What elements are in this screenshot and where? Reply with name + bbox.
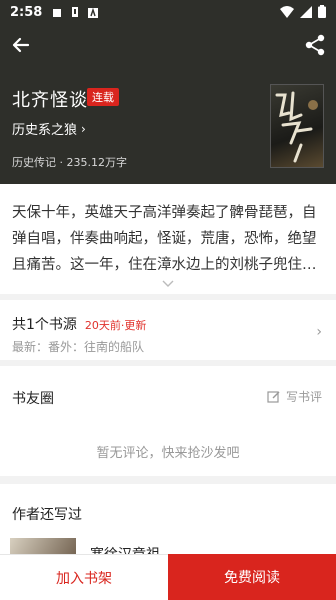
book-cover[interactable] — [270, 84, 324, 168]
source-row[interactable]: 共1个书源 20天前·更新 最新：番外：往南的船队 › — [0, 300, 336, 360]
latest-chapter: 最新：番外：往南的船队 — [12, 340, 145, 354]
source-updated: 20天前·更新 — [84, 319, 147, 332]
edit-icon — [267, 390, 280, 403]
back-arrow-icon[interactable] — [8, 32, 34, 58]
reader-circle-section: 书友圈 写书评 暂无评论，快来抢沙发吧 — [0, 366, 336, 476]
download-icon — [72, 6, 79, 17]
notification-icon — [53, 8, 62, 17]
source-count: 共1个书源 — [12, 317, 77, 333]
add-to-shelf-button[interactable]: 加入书架 — [0, 554, 168, 600]
nav-bar — [0, 28, 336, 62]
cover-art-icon — [275, 91, 318, 163]
signal-icon — [300, 5, 312, 18]
write-review-label: 写书评 — [285, 390, 322, 404]
status-badge: 连载 — [87, 88, 119, 106]
status-time: 2:58 — [10, 4, 43, 20]
book-description: 天保十年，英雄天子高洋弹奏起了髀骨琵琶，自弹自唱，伴奏曲响起，怪诞，荒唐，恐怖，… — [12, 205, 317, 273]
status-bar: 2:58 — [0, 0, 336, 24]
author-name: 历史系之狼 — [12, 123, 78, 138]
share-icon[interactable] — [302, 32, 328, 58]
bottom-action-bar: 加入书架 免费阅读 — [0, 554, 336, 600]
section-title: 作者还写过 — [12, 507, 82, 523]
book-header: 2:58 北齐怪谈 连载 历史系之狼 › 历史传记 · 235.12万字 — [0, 0, 336, 184]
book-title: 北齐怪谈 — [12, 90, 88, 111]
author-link[interactable]: 历史系之狼 › — [12, 119, 86, 139]
free-read-button[interactable]: 免费阅读 — [168, 554, 336, 600]
chevron-right-icon: › — [81, 121, 86, 136]
wifi-icon — [280, 5, 294, 18]
chevron-down-icon[interactable] — [162, 280, 174, 288]
app-notification-icon — [88, 7, 99, 18]
battery-icon — [318, 5, 326, 18]
section-title: 书友圈 — [12, 391, 54, 407]
write-review-button[interactable]: 写书评 — [267, 388, 322, 405]
description-card[interactable]: 天保十年，英雄天子高洋弹奏起了髀骨琵琶，自弹自唱，伴奏曲响起，怪诞，荒唐，恐怖，… — [0, 184, 336, 294]
book-meta: 历史传记 · 235.12万字 — [12, 156, 127, 169]
empty-comments: 暂无评论，快来抢沙发吧 — [96, 446, 240, 461]
status-indicators — [280, 5, 326, 18]
chevron-right-icon: › — [316, 324, 322, 340]
